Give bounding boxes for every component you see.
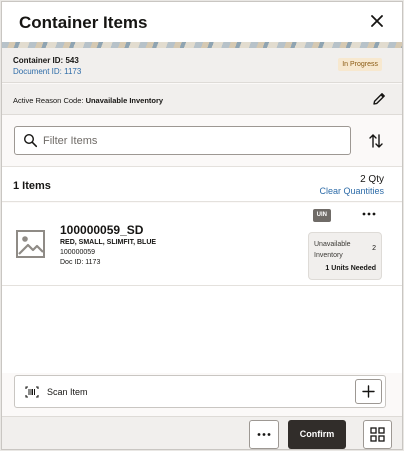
search-icon (23, 133, 38, 148)
pencil-icon[interactable] (371, 91, 387, 107)
barcode-scan-icon (25, 386, 39, 398)
items-list: 100000059_SD RED, SMALL, SLIMFIT, BLUE 1… (2, 203, 402, 373)
items-summary: 1 Items 2 Qty Clear Quantities (2, 166, 402, 202)
filter-field (14, 126, 351, 155)
reason-code-label: Active Reason Code: (13, 96, 84, 105)
container-id: Container ID: 543 (13, 56, 79, 65)
more-options-icon[interactable] (360, 207, 378, 221)
container-items-dialog: Container Items Container ID: 543 Docume… (1, 1, 403, 450)
sort-icon[interactable] (368, 133, 384, 149)
reason-card-label: Unavailable Inventory (314, 241, 351, 259)
uin-badge: UIN (312, 209, 331, 222)
reason-quantity-card[interactable]: Unavailable Inventory 2 1 Units Needed (308, 232, 382, 280)
status-badge: In Progress (338, 58, 382, 71)
filter-input[interactable] (43, 131, 343, 151)
scan-item-label: Scan Item (47, 387, 88, 397)
total-qty: 2 Qty (360, 174, 384, 185)
clear-quantities-link[interactable]: Clear Quantities (319, 186, 384, 196)
item-description: RED, SMALL, SLIMFIT, BLUE (60, 239, 157, 246)
item-number: 100000059 (60, 249, 96, 256)
grid-view-icon[interactable] (363, 420, 392, 449)
image-placeholder-icon (15, 228, 47, 260)
item-doc-id: Doc ID: 1173 (60, 259, 101, 266)
close-icon[interactable] (368, 12, 386, 30)
dialog-footer: Confirm (2, 416, 402, 449)
reason-code-value: Unavailable Inventory (85, 96, 164, 105)
units-needed: 1 Units Needed (325, 265, 376, 272)
reason-code-bar: Active Reason Code: Unavailable Inventor… (2, 84, 402, 115)
container-info: Container ID: 543 Document ID: 1173 In P… (2, 48, 402, 83)
items-count: 1 Items (13, 180, 51, 192)
item-sku: 100000059_SD (60, 223, 144, 237)
confirm-button[interactable]: Confirm (288, 420, 346, 449)
document-id-link[interactable]: Document ID: 1173 (13, 67, 81, 76)
reason-code-text: Active Reason Code: Unavailable Inventor… (13, 96, 163, 105)
list-item[interactable]: 100000059_SD RED, SMALL, SLIMFIT, BLUE 1… (2, 203, 402, 286)
page-title: Container Items (19, 13, 148, 32)
dialog-header: Container Items (2, 2, 402, 42)
add-item-button[interactable] (355, 379, 382, 404)
reason-card-count: 2 (372, 245, 376, 252)
scan-item-bar[interactable]: Scan Item (14, 375, 386, 408)
more-actions-button[interactable] (249, 420, 279, 449)
